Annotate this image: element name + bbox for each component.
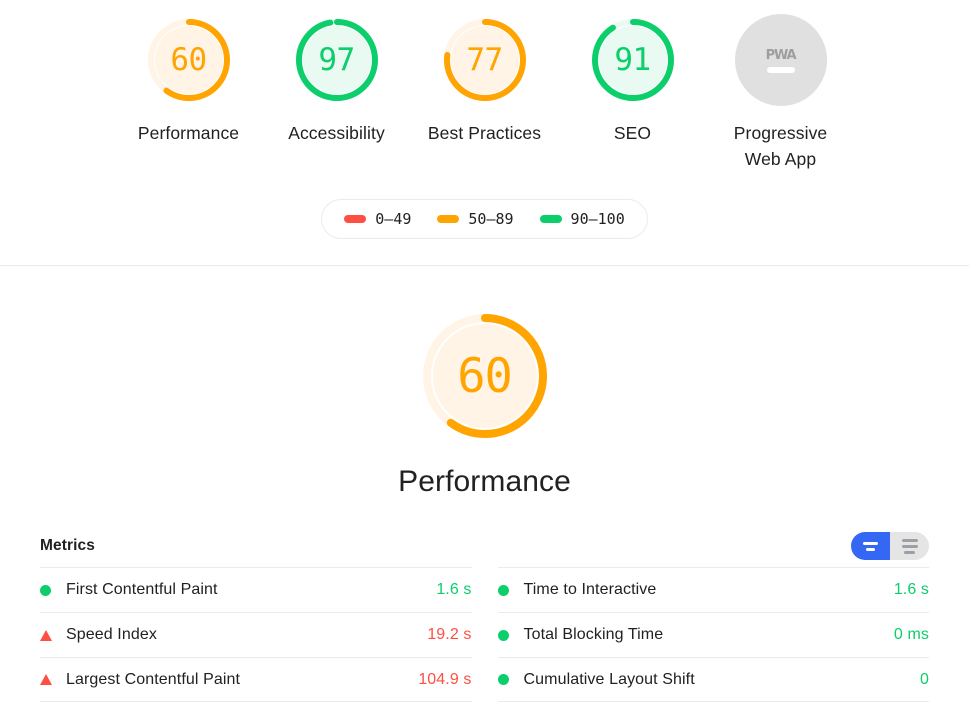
- metric-row[interactable]: Time to Interactive 1.6 s: [498, 567, 930, 612]
- metric-name: Largest Contentful Paint: [66, 671, 418, 689]
- legend-item-average: 50–89: [437, 210, 513, 228]
- detailed-view-toggle-button[interactable]: [890, 532, 929, 560]
- metrics-column-right: Time to Interactive 1.6 s Total Blocking…: [498, 567, 930, 702]
- metric-name: Speed Index: [66, 626, 427, 644]
- legend-swatch-pass-icon: [540, 215, 562, 223]
- metric-value: 19.2 s: [427, 626, 471, 644]
- detailed-view-line-icon: [902, 545, 918, 548]
- metrics-columns: First Contentful Paint 1.6 s Speed Index…: [40, 567, 929, 702]
- detailed-view-line-icon: [904, 551, 915, 554]
- gauge-pwa[interactable]: PWA Progressive Web App: [707, 14, 855, 172]
- legend-item-fail: 0–49: [344, 210, 411, 228]
- category-score-value: 60: [457, 353, 512, 400]
- category-gauge-performance: 60: [415, 306, 555, 446]
- metric-name: Time to Interactive: [524, 581, 894, 599]
- gauge-seo[interactable]: 91 SEO: [559, 14, 707, 146]
- score-legend: 0–49 50–89 90–100: [321, 199, 647, 239]
- gauge-score-performance: 60: [170, 45, 206, 76]
- metric-value: 0: [920, 671, 929, 689]
- gauge-arc-best-practices: 77: [439, 14, 531, 106]
- metrics-column-left: First Contentful Paint 1.6 s Speed Index…: [40, 567, 472, 702]
- metrics-title: Metrics: [40, 537, 95, 555]
- gauge-label-best-practices: Best Practices: [428, 120, 541, 146]
- metrics-section: Metrics First Contentful Paint 1.6 s: [0, 533, 969, 702]
- gauge-best-practices[interactable]: 77 Best Practices: [411, 14, 559, 146]
- metric-status-icon: [498, 674, 524, 685]
- fail-triangle-icon: [40, 674, 52, 685]
- legend-swatch-average-icon: [437, 215, 459, 223]
- category-title: Performance: [398, 464, 571, 500]
- simple-view-line-icon: [863, 542, 878, 545]
- pass-circle-icon: [498, 674, 509, 685]
- metric-value: 1.6 s: [894, 581, 929, 599]
- gauge-score-accessibility: 97: [318, 45, 354, 76]
- simple-view-toggle-button[interactable]: [851, 532, 890, 560]
- metric-value: 1.6 s: [436, 581, 471, 599]
- gauge-arc-accessibility: 97: [291, 14, 383, 106]
- metric-status-icon: [40, 630, 66, 641]
- pwa-badge-text: PWA: [766, 48, 796, 63]
- metric-row[interactable]: First Contentful Paint 1.6 s: [40, 567, 472, 612]
- gauge-label-seo: SEO: [614, 120, 651, 146]
- pass-circle-icon: [498, 585, 509, 596]
- metric-value: 104.9 s: [418, 671, 471, 689]
- gauge-label-pwa-line2: Web App: [745, 149, 816, 169]
- scores-section: 60 Performance 97 Accessibility: [0, 0, 969, 266]
- gauge-label-pwa-line1: Progressive: [734, 123, 828, 143]
- metric-value: 0 ms: [894, 626, 929, 644]
- metric-row[interactable]: Cumulative Layout Shift 0: [498, 657, 930, 702]
- metric-status-icon: [40, 674, 66, 685]
- gauge-arc-performance: 60: [143, 14, 235, 106]
- gauge-arc-pwa: PWA: [735, 14, 827, 106]
- metric-row[interactable]: Speed Index 19.2 s: [40, 612, 472, 657]
- detailed-view-line-icon: [902, 539, 918, 542]
- gauge-arc-seo: 91: [587, 14, 679, 106]
- metric-row[interactable]: Largest Contentful Paint 104.9 s: [40, 657, 472, 702]
- metric-name: Total Blocking Time: [524, 626, 894, 644]
- metric-name: First Contentful Paint: [66, 581, 436, 599]
- metric-status-icon: [498, 585, 524, 596]
- gauge-label-accessibility: Accessibility: [288, 120, 385, 146]
- gauge-score-best-practices: 77: [466, 45, 502, 76]
- gauge-label-performance: Performance: [138, 120, 239, 146]
- metric-status-icon: [498, 630, 524, 641]
- simple-view-line-icon: [866, 548, 875, 551]
- gauge-score-seo: 91: [614, 45, 650, 76]
- pwa-badge-icon: PWA: [735, 14, 827, 106]
- metric-row[interactable]: Total Blocking Time 0 ms: [498, 612, 930, 657]
- legend-label-average: 50–89: [468, 210, 513, 228]
- metric-status-icon: [40, 585, 66, 596]
- legend-item-pass: 90–100: [540, 210, 625, 228]
- legend-swatch-fail-icon: [344, 215, 366, 223]
- legend-label-pass: 90–100: [571, 210, 625, 228]
- legend-label-fail: 0–49: [375, 210, 411, 228]
- category-performance-section: 60 Performance: [0, 266, 969, 500]
- pwa-null-dash-icon: [767, 67, 795, 73]
- gauge-performance[interactable]: 60 Performance: [115, 14, 263, 146]
- pass-circle-icon: [40, 585, 51, 596]
- metrics-header: Metrics: [40, 533, 929, 559]
- metric-name: Cumulative Layout Shift: [524, 671, 921, 689]
- legend-row: 0–49 50–89 90–100: [0, 199, 969, 239]
- gauge-accessibility[interactable]: 97 Accessibility: [263, 14, 411, 146]
- gauges-row: 60 Performance 97 Accessibility: [0, 14, 969, 172]
- pass-circle-icon: [498, 630, 509, 641]
- fail-triangle-icon: [40, 630, 52, 641]
- gauge-label-pwa: Progressive Web App: [734, 120, 828, 172]
- metrics-view-toggle[interactable]: [851, 532, 929, 560]
